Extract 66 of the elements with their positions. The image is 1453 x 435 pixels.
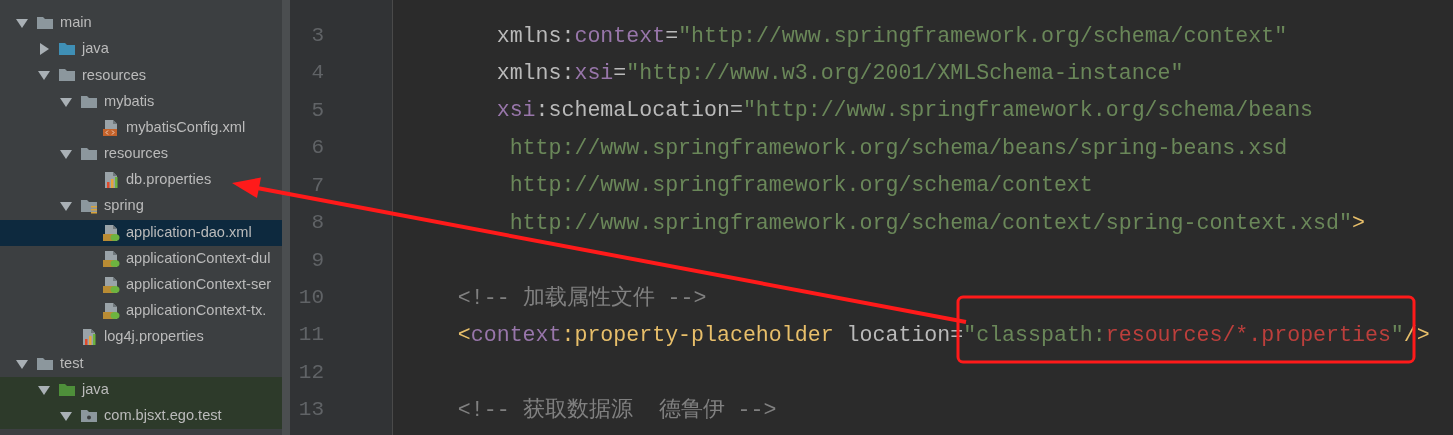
properties-file-icon	[102, 171, 120, 190]
xml-file-icon	[102, 223, 120, 242]
folder-icon	[58, 67, 76, 84]
expand-toggle-icon[interactable]	[38, 383, 50, 396]
folder-icon	[80, 93, 98, 110]
tree-row[interactable]: main	[0, 10, 282, 37]
expand-toggle-icon[interactable]	[38, 43, 50, 56]
item-label: log4j.properties	[104, 327, 204, 347]
tree-row[interactable]: applicationContext-tx.	[0, 298, 282, 325]
item-label: test	[60, 353, 84, 373]
item-label: applicationContext-ser	[126, 275, 272, 294]
tree-row[interactable]: resources	[0, 140, 282, 168]
tree-row[interactable]: com.bjsxt.ego.test	[0, 402, 282, 429]
item-label: mybatis	[104, 91, 155, 111]
scrollbar[interactable]	[282, 0, 290, 435]
item-label: mybatisConfig.xml	[126, 117, 246, 137]
tree-row[interactable]: resources	[0, 62, 282, 89]
tree-row[interactable]: java	[0, 376, 282, 403]
item-label: resources	[82, 65, 147, 85]
code-line: xmlns:context="http://www.springframework.org/schema/context"	[496, 22, 1288, 50]
code-line: <!-- 获取数据源 德鲁伊 -->	[457, 396, 777, 424]
item-label: resources	[104, 144, 169, 164]
code-line: <!-- 加载属性文件 -->	[457, 284, 707, 312]
tree-row[interactable]: db.properties	[0, 167, 282, 194]
tree-row[interactable]: mybatisConfig.xml	[0, 114, 282, 141]
code-line: http://www.springframework.org/schema/context	[509, 172, 1093, 200]
properties-file-icon	[80, 328, 98, 347]
item-label: application-dao.xml	[126, 222, 252, 242]
xml-file-icon	[102, 118, 120, 137]
folder-icon	[80, 198, 98, 215]
folder-icon	[36, 15, 54, 32]
tree-row[interactable]: applicationContext-ser	[0, 271, 282, 299]
item-label: spring	[104, 196, 144, 216]
code-line: http://www.springframework.org/schema/context/spring-context.xsd">	[509, 209, 1365, 237]
expand-toggle-icon[interactable]	[38, 69, 50, 82]
tree-row[interactable]: application-dao.xml	[0, 219, 282, 246]
expand-toggle-icon[interactable]	[60, 200, 72, 213]
package-icon	[80, 407, 98, 424]
folder-icon	[80, 146, 98, 163]
item-label: java	[82, 39, 109, 59]
folder-icon	[58, 41, 76, 58]
item-label: java	[82, 379, 109, 399]
item-label: com.bjsxt.ego.test	[104, 405, 222, 425]
folder-icon	[58, 381, 76, 398]
item-label: applicationContext-tx.	[126, 301, 267, 321]
tree-row[interactable]: log4j.properties	[0, 324, 282, 351]
folder-icon	[36, 355, 54, 372]
tree-row[interactable]: applicationContext-dul	[0, 245, 282, 272]
expand-toggle-icon[interactable]	[60, 95, 72, 108]
tree-row[interactable]: test	[0, 350, 282, 377]
tree-row[interactable]: mybatis	[0, 88, 282, 115]
expand-toggle-icon[interactable]	[60, 148, 72, 161]
expand-toggle-icon[interactable]	[60, 409, 72, 422]
code-line: xsi:schemaLocation="http://www.springframework.org/schema/beans	[496, 97, 1314, 125]
item-label: applicationContext-dul	[126, 248, 271, 268]
item-label: main	[60, 13, 92, 33]
xml-file-icon	[102, 275, 120, 294]
xml-file-icon	[102, 249, 120, 268]
expand-toggle-icon[interactable]	[16, 17, 28, 30]
tree-row[interactable]: spring	[0, 193, 282, 220]
tree-row[interactable]: java	[0, 36, 282, 63]
item-label: db.properties	[126, 170, 212, 190]
code-line: http://www.springframework.org/schema/beans/spring-beans.xsd	[509, 134, 1288, 162]
code-line: xmlns:xsi="http://www.w3.org/2001/XMLSchema-instance"	[496, 59, 1184, 87]
expand-toggle-icon[interactable]	[16, 357, 28, 370]
xml-file-icon	[102, 302, 120, 321]
